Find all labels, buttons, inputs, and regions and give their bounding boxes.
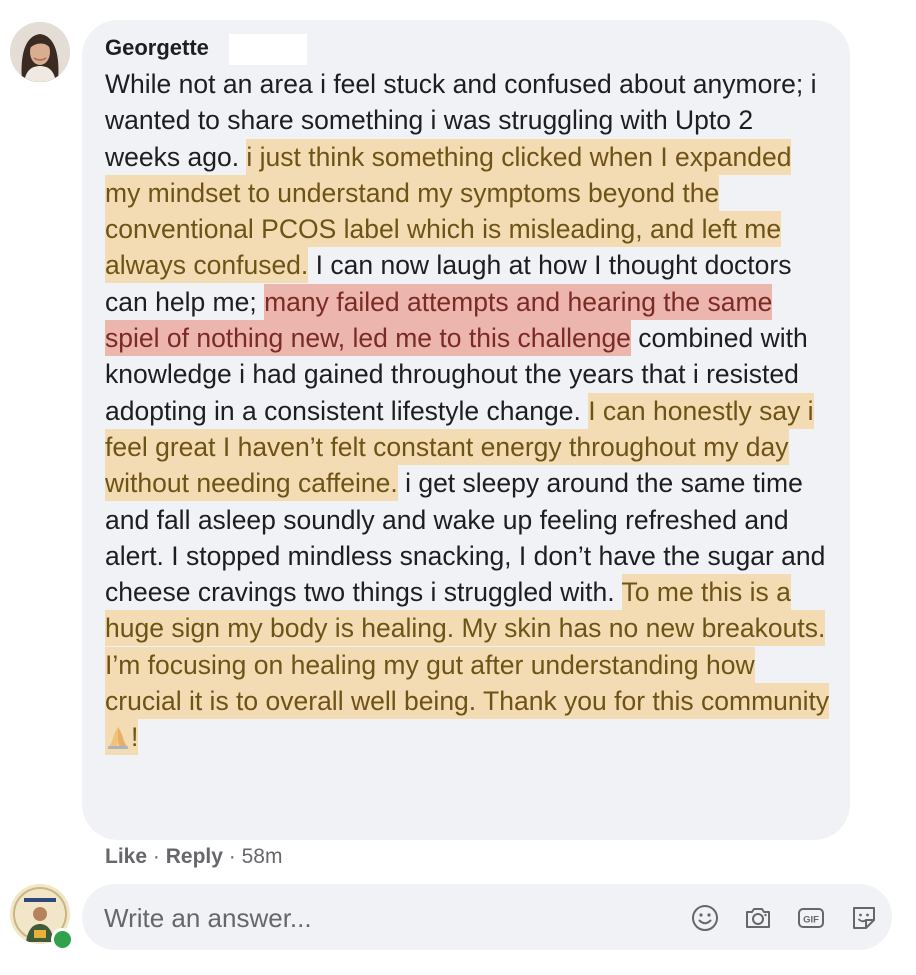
gif-icon[interactable]: GIF	[795, 902, 827, 934]
like-link[interactable]: Like	[105, 845, 147, 868]
reply-link[interactable]: Reply	[166, 845, 223, 868]
reply-input[interactable]	[104, 900, 664, 936]
commenter-avatar[interactable]	[10, 22, 70, 82]
online-status-indicator	[51, 928, 74, 951]
camera-icon[interactable]	[742, 902, 774, 934]
emoji-icon[interactable]	[689, 902, 721, 934]
separator-dot: ·	[228, 845, 236, 868]
comment-timestamp[interactable]: 58m	[242, 845, 283, 868]
comment-author[interactable]: Georgette	[105, 35, 209, 61]
comment-actions: Like · Reply · 58m	[105, 845, 282, 869]
separator-dot: ·	[152, 845, 160, 868]
sticker-icon[interactable]	[848, 902, 880, 934]
svg-text:GIF: GIF	[803, 915, 819, 926]
folded-hands-emoji	[108, 727, 128, 750]
redacted-name-block	[229, 34, 307, 65]
comment-body: While not an area i feel stuck and confu…	[105, 66, 833, 756]
highlighted-text-segment: !	[131, 722, 139, 753]
